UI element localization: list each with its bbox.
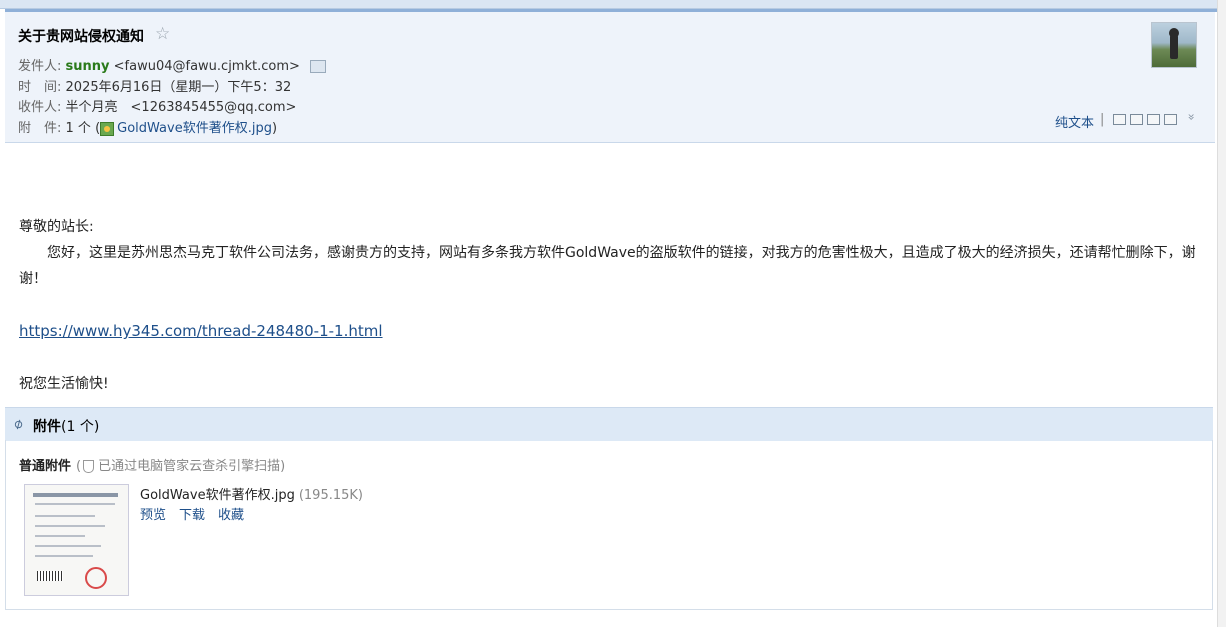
from-label: 发件人: — [18, 59, 62, 74]
from-row: 发件人: sunny <fawu04@fawu.cjmkt.com> — [18, 55, 327, 74]
new-window-icon[interactable] — [1113, 114, 1126, 125]
download-icon[interactable] — [1147, 114, 1160, 125]
scrollbar[interactable] — [1217, 0, 1226, 627]
normal-attachment-label: 普通附件 — [19, 459, 72, 474]
attachment-filesize: (195.15K) — [298, 488, 363, 503]
attach-file-link[interactable]: GoldWave软件著作权.jpg — [117, 121, 272, 136]
sender-address: <fawu04@fawu.cjmkt.com> — [113, 59, 300, 74]
add-contact-icon[interactable] — [310, 60, 327, 73]
attach-label: 附 件: — [18, 121, 62, 136]
attachments-title: 附件(1 个) — [33, 419, 100, 435]
attachments-panel: 普通附件 (已通过电脑管家云查杀引擎扫描) GoldWave软件著作权.jpg(… — [5, 440, 1213, 610]
print-icon[interactable] — [1164, 114, 1177, 125]
shield-icon — [83, 460, 95, 473]
attachment-actions: 预览 下载 收藏 — [140, 504, 257, 523]
chevron-down-icon[interactable]: » — [1185, 113, 1199, 120]
mail-subject: 关于贵网站侵权通知 — [18, 29, 144, 45]
scan-note: (已通过电脑管家云查杀引擎扫描) — [76, 459, 286, 474]
toolbar-separator: | — [1100, 112, 1105, 127]
time-value: 2025年6月16日（星期一）下午5：32 — [65, 80, 292, 95]
attachments-header: ⌀ 附件(1 个) — [5, 407, 1213, 441]
body-paragraph: 您好，这里是苏州思杰马克丁软件公司法务，感谢贵方的支持，网站有多条我方软件Gol… — [19, 245, 1196, 287]
attachment-thumbnail[interactable] — [24, 484, 129, 596]
attachment-filename: GoldWave软件著作权.jpg (195.15K) — [140, 488, 363, 503]
time-row: 时 间: 2025年6月16日（星期一）下午5：32 — [18, 76, 291, 95]
mail-header: 关于贵网站侵权通知 ☆ 发件人: sunny <fawu04@fawu.cjmk… — [5, 12, 1215, 143]
time-label: 时 间: — [18, 80, 62, 95]
open-icon[interactable] — [1130, 114, 1143, 125]
attach-count: 1 个 ( — [65, 121, 101, 136]
to-label: 收件人: — [18, 100, 62, 115]
sender-name[interactable]: sunny — [66, 59, 110, 74]
star-icon[interactable]: ☆ — [155, 24, 170, 44]
greeting: 尊敬的站长: — [19, 219, 94, 235]
preview-link[interactable]: 预览 — [140, 508, 166, 523]
favorite-link[interactable]: 收藏 — [218, 508, 244, 523]
toolbar-icons — [1113, 114, 1177, 125]
to-value: 半个月亮 <1263845455@qq.com> — [65, 100, 297, 115]
to-row: 收件人: 半个月亮 <1263845455@qq.com> — [18, 96, 296, 115]
plain-text-button[interactable]: 纯文本 — [1055, 112, 1094, 131]
mail-body: 尊敬的站长: 您好，这里是苏州思杰马克丁软件公司法务，感谢贵方的支持，网站有多条… — [19, 214, 1199, 397]
closing: 祝您生活愉快! — [19, 376, 109, 392]
attach-row: 附 件: 1 个 (GoldWave软件著作权.jpg) — [18, 121, 278, 136]
paperclip-icon: ⌀ — [10, 414, 26, 434]
avatar[interactable] — [1151, 22, 1197, 68]
image-file-icon — [100, 121, 115, 136]
window-top-strip — [0, 0, 1226, 9]
download-link[interactable]: 下载 — [179, 508, 205, 523]
body-link[interactable]: https://www.hy345.com/thread-248480-1-1.… — [19, 322, 383, 340]
